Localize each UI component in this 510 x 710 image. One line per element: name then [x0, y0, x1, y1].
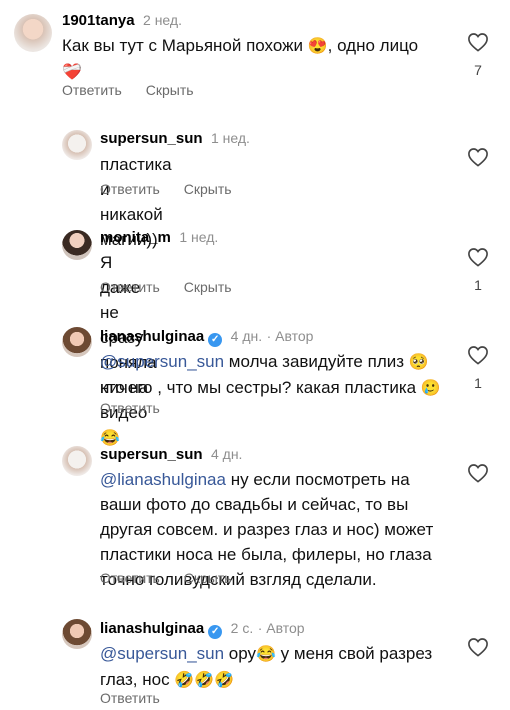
like-count: 1 [474, 277, 482, 293]
rolling-laughing-emoji: 🤣🤣🤣 [174, 672, 235, 689]
mention-link[interactable]: @lianashulginaa [100, 470, 226, 489]
verified-badge-icon: ✓ [208, 625, 223, 639]
timestamp: 1 нед. [179, 229, 219, 245]
comment-text: @supersun_sun молча завидуйте плиз 🥺 нич… [100, 352, 441, 397]
username[interactable]: supersun_sun [100, 446, 203, 463]
comment-text: @supersun_sun ору😂 у меня свой разрез гл… [100, 644, 433, 689]
hide-button[interactable]: Скрыть [184, 181, 232, 197]
reply-button[interactable]: Ответить [100, 570, 160, 586]
timestamp: 2 нед. [143, 12, 182, 28]
reply-button[interactable]: Ответить [100, 279, 160, 295]
like-count: 1 [474, 375, 482, 391]
avatar[interactable] [62, 230, 92, 260]
heart-outline-icon[interactable] [467, 463, 489, 483]
hide-button[interactable]: Скрыть [184, 279, 232, 295]
comment-text: Как вы тут с Марьяной похожи 😍, одно лиц… [62, 36, 419, 81]
heart-outline-icon[interactable] [467, 247, 489, 267]
timestamp: 2 с. [230, 620, 254, 636]
reply-button[interactable]: Ответить [100, 181, 160, 197]
like-count: 7 [474, 62, 482, 78]
username[interactable]: supersun_sun [100, 130, 203, 147]
avatar[interactable] [62, 619, 92, 649]
reply-button[interactable]: Ответить [100, 690, 160, 706]
verified-badge-icon: ✓ [208, 333, 223, 347]
avatar[interactable] [62, 130, 92, 160]
mending-heart-emoji: ❤️‍🩹 [62, 64, 82, 81]
heart-outline-icon[interactable] [467, 345, 489, 365]
hide-button[interactable]: Скрыть [146, 82, 194, 98]
avatar[interactable] [62, 446, 92, 476]
hide-button[interactable]: Скрыть [184, 570, 232, 586]
laughing-emoji: 😂 [100, 430, 120, 447]
timestamp: 1 нед. [210, 130, 250, 146]
reply-button[interactable]: Ответить [62, 82, 122, 98]
mention-link[interactable]: @supersun_sun [100, 644, 224, 663]
avatar[interactable] [14, 14, 52, 52]
username[interactable]: lianashulginaa [100, 328, 204, 345]
username[interactable]: monita_m [100, 229, 171, 246]
mention-link[interactable]: @supersun_sun [100, 352, 224, 371]
author-label: · Автор [266, 328, 314, 344]
timestamp: 4 дн. [230, 328, 263, 344]
pleading-emoji: 🥺 [408, 354, 429, 371]
username[interactable]: lianashulginaa [100, 620, 204, 637]
heart-outline-icon[interactable] [467, 637, 489, 657]
author-label: · Автор [257, 620, 305, 636]
smiling-tear-emoji: 🥲 [420, 380, 441, 397]
timestamp: 4 дн. [210, 446, 243, 462]
username[interactable]: 1901tanya [62, 12, 135, 29]
heart-outline-icon[interactable] [467, 147, 489, 167]
reply-button[interactable]: Ответить [100, 400, 160, 416]
heart-eyes-emoji: 😍 [307, 38, 328, 55]
avatar[interactable] [62, 327, 92, 357]
laughing-emoji: 😂 [256, 646, 276, 663]
heart-outline-icon[interactable] [467, 32, 489, 52]
